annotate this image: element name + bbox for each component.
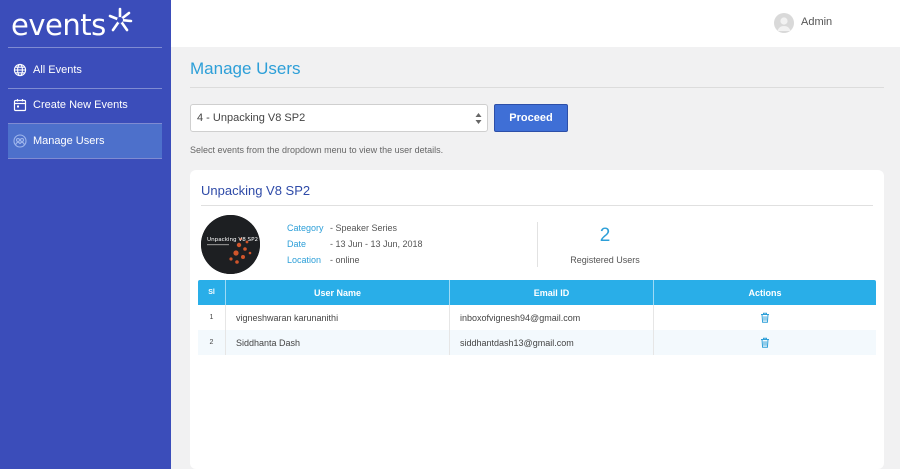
column-header-user-name: User Name [226, 280, 450, 305]
trash-icon[interactable] [760, 312, 770, 323]
cell-sl: 1 [198, 305, 226, 330]
registered-count: 2 [599, 225, 611, 246]
event-select[interactable]: 4 - Unpacking V8 SP2 [190, 104, 488, 132]
sidebar-item-label: Create New Events [33, 99, 128, 111]
sidebar-item-manage-users[interactable]: Manage Users [8, 124, 162, 158]
table-row: 2 Siddhanta Dash siddhantdash13@gmail.co… [198, 330, 876, 355]
thumbnail-title: Unpacking V8 SP2 [207, 237, 258, 243]
top-bar: Admin [171, 0, 900, 47]
category-label: Category [287, 223, 324, 233]
date-value: - 13 Jun - 13 Jun, 2018 [330, 239, 423, 249]
cell-actions [654, 330, 876, 355]
user-avatar-icon[interactable] [774, 13, 794, 33]
card-divider [201, 205, 873, 206]
calendar-icon [13, 98, 27, 112]
column-header-email: Email ID [450, 280, 654, 305]
cell-sl: 2 [198, 330, 226, 355]
sidebar-item-label: All Events [33, 64, 82, 76]
sidebar-item-create-new-events[interactable]: Create New Events [8, 88, 162, 122]
brand-logo[interactable]: events [11, 6, 133, 42]
sidebar-divider [8, 158, 162, 159]
cell-user-name: vigneshwaran karunanithi [226, 305, 450, 330]
cell-user-name: Siddhanta Dash [226, 330, 450, 355]
table-row: 1 vigneshwaran karunanithi inboxofvignes… [198, 305, 876, 330]
cell-actions [654, 305, 876, 330]
cell-email: siddhantdash13@gmail.com [450, 330, 654, 355]
event-card: Unpacking V8 SP2 Unpacking V8 SP2 Catego… [190, 170, 884, 469]
cell-email: inboxofvignesh94@gmail.com [450, 305, 654, 330]
user-name[interactable]: Admin [801, 16, 832, 28]
globe-icon [13, 63, 27, 77]
page-title: Manage Users [190, 59, 301, 78]
stats-divider [537, 222, 538, 267]
select-arrows-icon [475, 112, 482, 125]
location-value: - online [330, 255, 360, 265]
event-select-value: 4 - Unpacking V8 SP2 [197, 112, 306, 124]
sidebar-item-all-events[interactable]: All Events [8, 53, 162, 87]
sparkle-icon [107, 6, 133, 34]
trash-icon[interactable] [760, 337, 770, 348]
brand-name: events [11, 8, 106, 42]
table-header: Sl User Name Email ID Actions [198, 280, 876, 305]
sidebar: events All Events Create New Events Mana… [0, 0, 171, 469]
proceed-button[interactable]: Proceed [494, 104, 568, 132]
users-table: Sl User Name Email ID Actions 1 vigneshw… [198, 280, 876, 355]
title-divider [190, 87, 884, 88]
users-icon [13, 134, 27, 148]
category-value: - Speaker Series [330, 223, 398, 233]
column-header-actions: Actions [748, 287, 782, 298]
sidebar-divider [8, 47, 162, 48]
event-title: Unpacking V8 SP2 [201, 183, 311, 198]
event-thumbnail: Unpacking V8 SP2 [201, 215, 260, 274]
location-label: Location [287, 255, 322, 265]
registered-label: Registered Users [570, 255, 640, 265]
column-header-sl: Sl [198, 280, 226, 305]
helper-text: Select events from the dropdown menu to … [190, 145, 444, 155]
date-label: Date [287, 239, 307, 249]
sidebar-item-label: Manage Users [33, 135, 105, 147]
